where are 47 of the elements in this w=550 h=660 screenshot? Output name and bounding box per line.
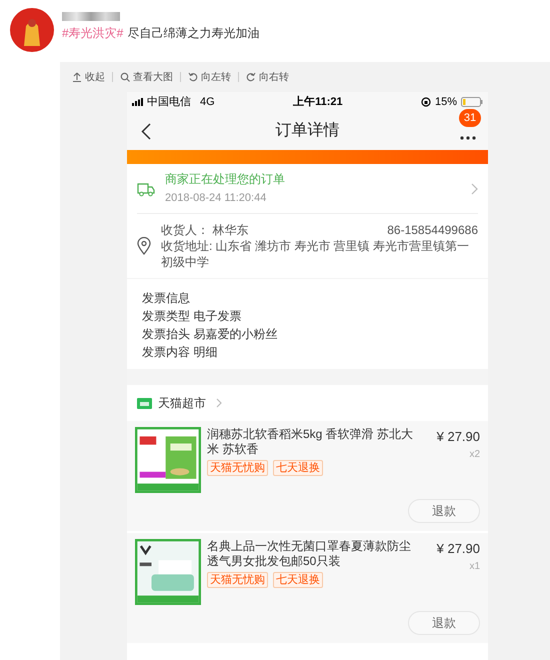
- invoice-line: 发票抬头 易嘉爱的小粉丝: [142, 326, 278, 343]
- toolbar-button[interactable]: 向左转: [188, 70, 231, 84]
- recipient-phone: 86-15854499686: [387, 222, 478, 238]
- service-tag: 天猫无忧购: [207, 460, 268, 476]
- notification-badge: 31: [459, 109, 481, 127]
- delivery-address: 收货地址: 山东省 潍坊市 寿光市 营里镇 寿光市营里镇第一初级中学: [161, 238, 470, 270]
- truck-icon: [137, 180, 155, 196]
- service-tag: 七天退换: [273, 460, 323, 476]
- network-label: 4G: [200, 94, 215, 110]
- toolbar-button[interactable]: 收起: [72, 70, 105, 84]
- search-icon: [120, 72, 130, 82]
- product-quantity: x1: [469, 560, 480, 574]
- service-tag: 七天退换: [273, 572, 323, 588]
- refund-button[interactable]: 退款: [408, 611, 480, 635]
- carrier-label: 中国电信: [147, 94, 191, 110]
- toolbar-button[interactable]: 查看大图: [120, 70, 173, 84]
- lock-rotation-icon: [420, 97, 431, 107]
- avatar-icon[interactable]: [10, 8, 54, 52]
- order-status-text: 商家正在处理您的订单: [165, 171, 286, 188]
- invoice-line: 发票类型 电子发票: [142, 308, 242, 325]
- order-status-time: 2018-08-24 11:20:44: [165, 191, 268, 206]
- page-title: 订单详情: [276, 120, 340, 141]
- toolbar-button[interactable]: 向右转: [246, 70, 289, 84]
- product-price: ¥ 27.90: [436, 428, 480, 446]
- location-pin-icon: [137, 237, 151, 255]
- invoice-line: 发票内容 明细: [142, 344, 218, 361]
- battery-icon: [461, 97, 483, 107]
- post-text: 尽自己绵薄之力寿光加油: [127, 25, 260, 41]
- rotate-left-icon: [188, 72, 198, 82]
- store-icon: [137, 397, 152, 409]
- product-quantity: x2: [469, 448, 480, 462]
- upload-arrow-icon: [72, 72, 82, 82]
- recipient-name: 收货人： 林华东: [161, 222, 248, 238]
- product-price: ¥ 27.90: [436, 540, 480, 558]
- service-tag: 天猫无忧购: [207, 572, 268, 588]
- rotate-right-icon: [246, 72, 256, 82]
- store-name[interactable]: 天猫超市: [158, 394, 206, 412]
- clock-label: 上午11:21: [293, 94, 343, 110]
- more-icon[interactable]: [460, 136, 476, 140]
- blurred-username: [62, 12, 120, 21]
- back-icon[interactable]: [141, 123, 151, 140]
- battery-label: 15%: [434, 94, 457, 110]
- refund-button[interactable]: 退款: [408, 499, 480, 523]
- product-title: 名典上品一次性无菌口罩春夏薄款防尘透气男女批发包邮50只装: [207, 539, 412, 569]
- signal-icon: [132, 98, 144, 106]
- invoice-line: 发票信息: [142, 290, 191, 307]
- product-title: 润穗苏北软香稻米5kg 香软弹滑 苏北大米 苏软香: [207, 427, 414, 457]
